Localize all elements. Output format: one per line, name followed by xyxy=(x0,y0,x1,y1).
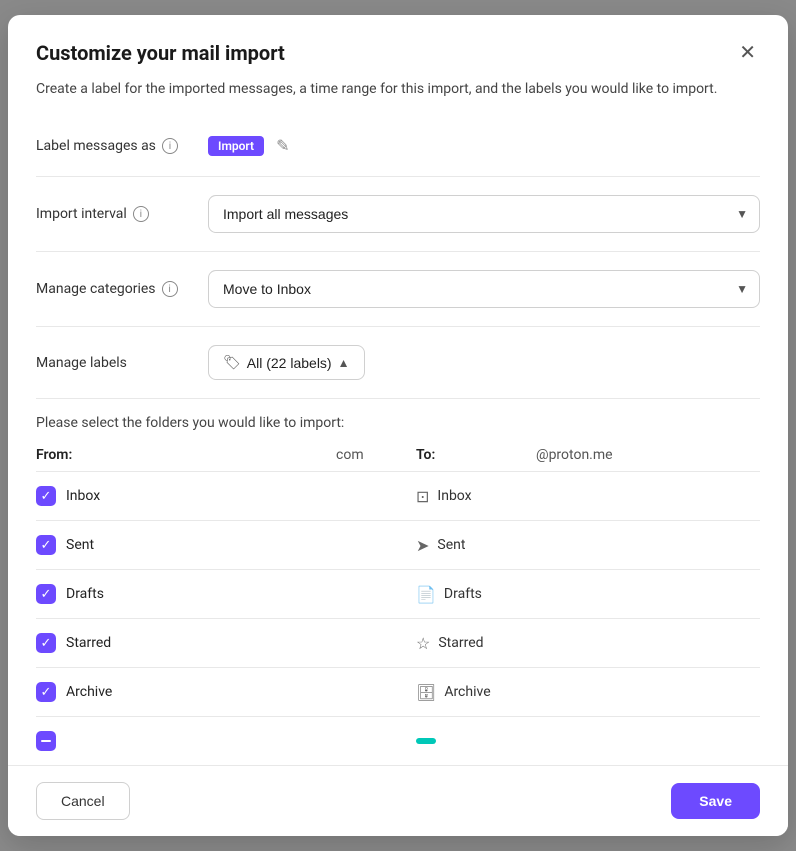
check-icon: ✓ xyxy=(41,587,52,602)
modal-subtitle: Create a label for the imported messages… xyxy=(8,75,788,116)
folder-to-drafts: 📄 Drafts xyxy=(416,585,536,604)
checkbox-inbox[interactable]: ✓ xyxy=(36,486,56,506)
starred-icon: ☆ xyxy=(416,634,430,653)
from-domain-header: com xyxy=(336,447,416,463)
manage-categories-value: Move to Inbox Skip Label only ▼ xyxy=(208,270,760,308)
checkbox-sent[interactable]: ✓ xyxy=(36,535,56,555)
folder-name-inbox: Inbox xyxy=(66,488,100,504)
edit-icon: ✎ xyxy=(276,138,289,155)
teal-badge xyxy=(416,738,436,744)
manage-labels-value: 🏷 All (22 labels) ▲ xyxy=(208,345,760,380)
to-label: To: xyxy=(416,447,435,463)
folder-to-sent: ➤ Sent xyxy=(416,536,536,555)
folder-name-archive: Archive xyxy=(66,684,112,700)
save-button[interactable]: Save xyxy=(671,783,760,819)
edit-label-button[interactable]: ✎ xyxy=(272,134,293,158)
folder-from-sent: ✓ Sent xyxy=(36,535,336,555)
modal-title: Customize your mail import xyxy=(36,41,285,65)
from-column-header: From: xyxy=(36,447,336,463)
folder-from-drafts: ✓ Drafts xyxy=(36,584,336,604)
to-folder-name-sent: Sent xyxy=(437,537,465,553)
import-interval-info-icon[interactable]: i xyxy=(133,206,149,222)
folder-from-inbox: ✓ Inbox xyxy=(36,486,336,506)
check-icon: ✓ xyxy=(41,489,52,504)
checkbox-drafts[interactable]: ✓ xyxy=(36,584,56,604)
from-label: From: xyxy=(36,447,72,463)
modal: Customize your mail import ✕ Create a la… xyxy=(8,15,788,836)
manage-categories-row: Manage categories i Move to Inbox Skip L… xyxy=(36,252,760,327)
folder-row-partial xyxy=(36,717,760,765)
modal-header: Customize your mail import ✕ xyxy=(8,15,788,75)
archive-icon: 🗄 xyxy=(416,683,436,702)
folder-from-partial xyxy=(36,731,336,751)
to-folder-name-archive: Archive xyxy=(444,684,490,700)
drafts-icon: 📄 xyxy=(416,585,436,604)
folder-row-starred: ✓ Starred ☆ Starred xyxy=(36,619,760,668)
folder-to-inbox: ⊡ Inbox xyxy=(416,487,536,506)
labels-button-text: All (22 labels) xyxy=(247,355,332,371)
manage-categories-select[interactable]: Move to Inbox Skip Label only xyxy=(208,270,760,308)
checkbox-partial[interactable] xyxy=(36,731,56,751)
folder-to-starred: ☆ Starred xyxy=(416,634,536,653)
close-icon: ✕ xyxy=(739,42,756,64)
folder-from-archive: ✓ Archive xyxy=(36,682,336,702)
folder-name-starred: Starred xyxy=(66,635,111,651)
import-interval-select-wrapper: Import all messages Last 3 months Last 6… xyxy=(208,195,760,233)
to-folder-name-inbox: Inbox xyxy=(437,488,471,504)
folder-to-partial xyxy=(416,738,536,744)
modal-footer: Cancel Save xyxy=(8,765,788,836)
label-messages-label: Label messages as i xyxy=(36,138,196,154)
folder-from-starred: ✓ Starred xyxy=(36,633,336,653)
modal-body: Label messages as i Import ✎ Import inte… xyxy=(8,116,788,765)
partial-check-icon xyxy=(41,740,51,742)
import-interval-value: Import all messages Last 3 months Last 6… xyxy=(208,195,760,233)
to-folder-name-drafts: Drafts xyxy=(444,586,482,602)
chevron-up-icon: ▲ xyxy=(338,356,350,370)
inbox-icon: ⊡ xyxy=(416,487,429,506)
import-interval-select[interactable]: Import all messages Last 3 months Last 6… xyxy=(208,195,760,233)
sent-icon: ➤ xyxy=(416,536,429,555)
to-folder-name-starred: Starred xyxy=(438,635,483,651)
to-column-header: To: xyxy=(416,447,536,463)
folder-row-drafts: ✓ Drafts 📄 Drafts xyxy=(36,570,760,619)
manage-labels-row: Manage labels 🏷 All (22 labels) ▲ xyxy=(36,327,760,399)
manage-categories-label: Manage categories i xyxy=(36,281,196,297)
folder-to-archive: 🗄 Archive xyxy=(416,683,536,702)
modal-overlay: Customize your mail import ✕ Create a la… xyxy=(0,0,796,851)
cancel-button[interactable]: Cancel xyxy=(36,782,130,820)
manage-labels-button[interactable]: 🏷 All (22 labels) ▲ xyxy=(208,345,365,380)
check-icon: ✓ xyxy=(41,636,52,651)
label-badge: Import xyxy=(208,136,264,156)
check-icon: ✓ xyxy=(41,538,52,553)
import-interval-row: Import interval i Import all messages La… xyxy=(36,177,760,252)
label-messages-row: Label messages as i Import ✎ xyxy=(36,116,760,177)
manage-categories-select-wrapper: Move to Inbox Skip Label only ▼ xyxy=(208,270,760,308)
checkbox-archive[interactable]: ✓ xyxy=(36,682,56,702)
label-messages-info-icon[interactable]: i xyxy=(162,138,178,154)
manage-categories-info-icon[interactable]: i xyxy=(162,281,178,297)
folders-instruction: Please select the folders you would like… xyxy=(36,399,760,439)
folder-row-inbox: ✓ Inbox ⊡ Inbox xyxy=(36,472,760,521)
checkbox-starred[interactable]: ✓ xyxy=(36,633,56,653)
folders-header: From: com To: @proton.me xyxy=(36,439,760,472)
folder-row-sent: ✓ Sent ➤ Sent xyxy=(36,521,760,570)
manage-labels-label: Manage labels xyxy=(36,355,196,371)
to-domain-header: @proton.me xyxy=(536,447,760,463)
close-button[interactable]: ✕ xyxy=(735,39,760,67)
folder-name-drafts: Drafts xyxy=(66,586,104,602)
label-tag-icon: 🏷 xyxy=(223,354,241,371)
check-icon: ✓ xyxy=(41,685,52,700)
label-messages-value: Import ✎ xyxy=(208,134,760,158)
import-interval-label: Import interval i xyxy=(36,206,196,222)
folder-row-archive: ✓ Archive 🗄 Archive xyxy=(36,668,760,717)
folder-name-sent: Sent xyxy=(66,537,94,553)
